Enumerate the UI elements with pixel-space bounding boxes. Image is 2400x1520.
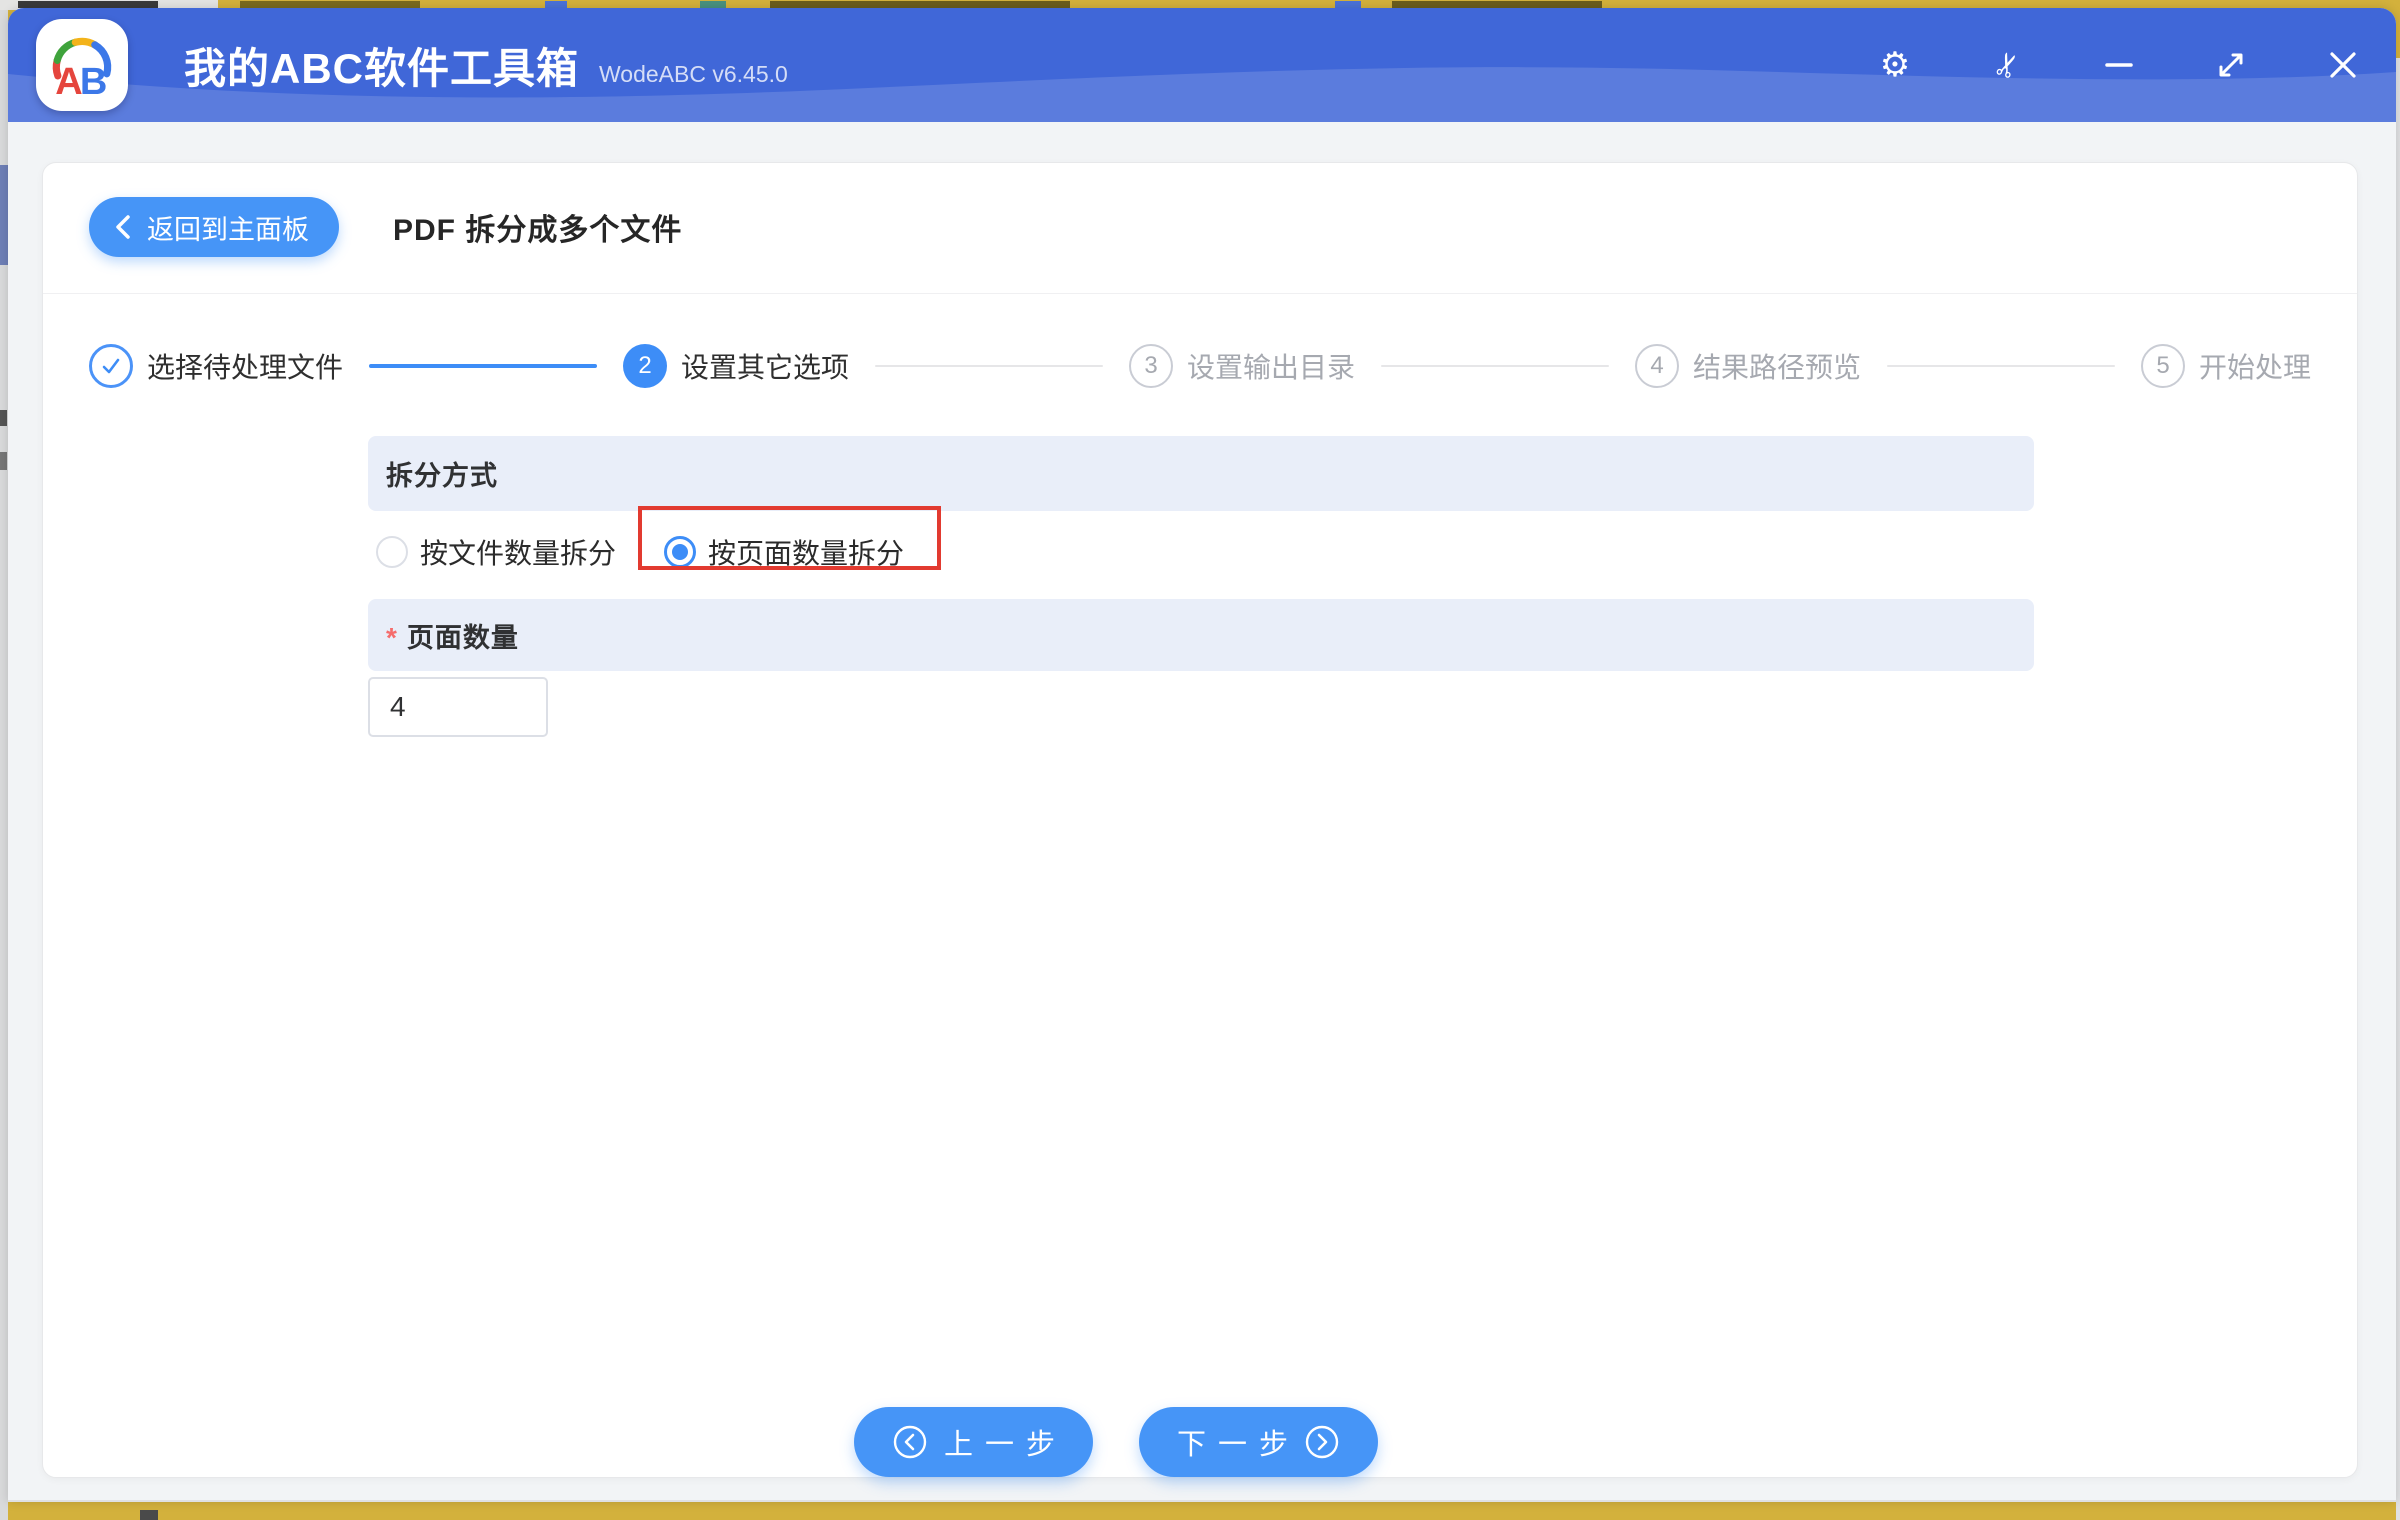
radio-split-by-file-count-label: 按文件数量拆分 xyxy=(420,538,617,569)
resize-maximize-icon[interactable] xyxy=(2212,46,2250,84)
desktop-background-sliver-right xyxy=(2396,0,2400,1520)
desktop-background-sliver-left xyxy=(0,10,8,1520)
page-count-input[interactable] xyxy=(368,677,548,737)
page-count-section-header: * 页面数量 xyxy=(368,599,2034,671)
window-controls: ⚙ ✂ xyxy=(1876,8,2362,122)
titlebar: A B 我的ABC软件工具箱 WodeABC v6.45.0 ⚙ ✂ xyxy=(8,8,2396,122)
back-button-label: 返回到主面板 xyxy=(147,214,309,245)
svg-text:B: B xyxy=(80,61,107,102)
radio-split-by-file-count[interactable]: 按文件数量拆分 xyxy=(376,532,616,572)
form-area: 拆分方式 按文件数量拆分 按页面数量拆分 * 页面数量 xyxy=(368,163,2034,1477)
circle-chevron-right-icon xyxy=(1305,1425,1339,1459)
prev-step-label: 上一步 xyxy=(943,1429,1067,1461)
app-version: WodeABC v6.45.0 xyxy=(599,60,788,87)
scissors-icon[interactable]: ✂ xyxy=(1985,46,2030,84)
step-1-label: 选择待处理文件 xyxy=(147,352,344,383)
radio-split-by-page-count[interactable]: 按页面数量拆分 xyxy=(664,532,904,572)
minimize-icon[interactable] xyxy=(2100,46,2138,84)
svg-text:A: A xyxy=(55,61,82,102)
app-window: A B 我的ABC软件工具箱 WodeABC v6.45.0 ⚙ ✂ 返回到主面… xyxy=(8,8,2396,1502)
radio-split-by-page-count-label: 按页面数量拆分 xyxy=(708,538,905,569)
split-method-section-header: 拆分方式 xyxy=(368,436,2034,511)
step-5-number-circle: 5 xyxy=(2141,344,2185,388)
close-icon[interactable] xyxy=(2324,46,2362,84)
radio-checked-icon[interactable] xyxy=(664,536,697,568)
step-1-check-circle xyxy=(89,344,133,388)
app-logo: A B xyxy=(36,19,128,111)
circle-chevron-left-icon xyxy=(893,1425,927,1459)
check-icon xyxy=(102,358,120,374)
step-5-label: 开始处理 xyxy=(2199,352,2312,383)
settings-gear-icon[interactable]: ⚙ xyxy=(1876,45,1914,85)
main-card: 返回到主面板 PDF 拆分成多个文件 选择待处理文件 2 设置其它选项 3 设置… xyxy=(42,162,2358,1478)
step-1-select-files: 选择待处理文件 xyxy=(89,344,343,388)
radio-unchecked-icon[interactable] xyxy=(376,536,408,568)
split-method-title: 拆分方式 xyxy=(386,461,498,491)
next-step-button[interactable]: 下一步 xyxy=(1139,1407,1379,1477)
app-title: 我的ABC软件工具箱 xyxy=(184,44,579,92)
footer-nav: 上一步 下一步 xyxy=(43,1407,2357,1477)
back-to-main-panel-button[interactable]: 返回到主面板 xyxy=(89,197,339,257)
desktop-background-sliver-bottom xyxy=(140,1510,158,1520)
page-count-title: 页面数量 xyxy=(406,622,519,653)
abc-logo-icon: A B xyxy=(52,37,112,102)
prev-step-button[interactable]: 上一步 xyxy=(853,1407,1093,1477)
split-method-radio-group: 按文件数量拆分 按页面数量拆分 xyxy=(376,532,904,572)
next-step-label: 下一步 xyxy=(1177,1429,1301,1461)
required-asterisk: * xyxy=(386,622,397,653)
chevron-left-icon xyxy=(116,215,130,239)
step-5-start-processing: 5 开始处理 xyxy=(2141,344,2311,388)
